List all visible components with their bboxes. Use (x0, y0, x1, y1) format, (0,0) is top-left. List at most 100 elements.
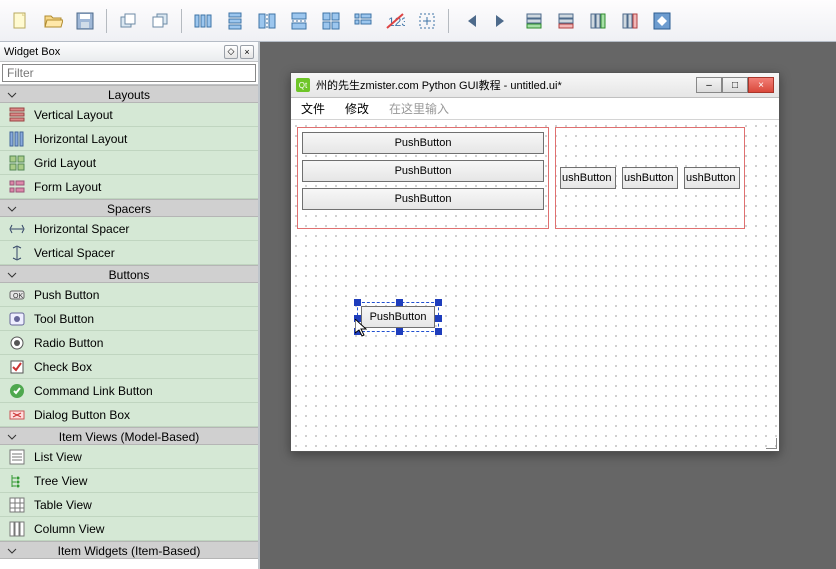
resize-handle-nw[interactable] (354, 299, 361, 306)
tool-button-icon (8, 310, 26, 328)
widget-item-label: Column View (34, 522, 104, 536)
category-label: Item Widgets (Item-Based) (58, 544, 201, 558)
widget-item-label: Push Button (34, 288, 99, 302)
window-close-button[interactable]: × (748, 77, 774, 93)
layout-vert-splitter-icon[interactable] (284, 6, 314, 36)
resize-handle-se[interactable] (435, 328, 442, 335)
widget-item[interactable]: Radio Button (0, 331, 258, 355)
resize-handle-e[interactable] (435, 315, 442, 322)
category-label: Spacers (107, 202, 151, 216)
category-header[interactable]: Item Widgets (Item-Based) (0, 541, 258, 559)
form-menubar[interactable]: 文件 修改 在这里输入 (291, 98, 779, 120)
adjust-size-icon[interactable] (412, 6, 442, 36)
resize-handle-s[interactable] (396, 328, 403, 335)
size-grip-icon[interactable] (763, 435, 777, 449)
widget-item[interactable]: Dialog Button Box (0, 403, 258, 427)
widget-item-label: Radio Button (34, 336, 103, 350)
widget-item[interactable]: Tool Button (0, 307, 258, 331)
pushbutton-h2[interactable]: ushButton (622, 167, 678, 189)
resize-handle-ne[interactable] (435, 299, 442, 306)
raise-icon[interactable] (113, 6, 143, 36)
main-toolbar: 123 (0, 0, 836, 42)
jump-first-icon[interactable] (455, 6, 485, 36)
widget-item[interactable]: Horizontal Layout (0, 127, 258, 151)
widget-item-label: Command Link Button (34, 384, 153, 398)
category-header[interactable]: Buttons (0, 265, 258, 283)
layout-horizontal-icon[interactable] (188, 6, 218, 36)
resize-handle-w[interactable] (354, 315, 361, 322)
layout-vertical-icon[interactable] (220, 6, 250, 36)
widget-item[interactable]: Form Layout (0, 175, 258, 199)
file-new-icon[interactable] (6, 6, 36, 36)
selection-outline (357, 302, 439, 332)
horizontal-layout[interactable]: ushButton ushButton ushButton (555, 127, 745, 229)
design-canvas[interactable]: Qt 州的先生zmister.com Python GUI教程 - untitl… (260, 42, 836, 569)
category-header[interactable]: Layouts (0, 85, 258, 103)
widget-item[interactable]: Tree View (0, 469, 258, 493)
fit-icon[interactable] (647, 6, 677, 36)
add-col-icon[interactable] (583, 6, 613, 36)
lower-icon[interactable] (145, 6, 175, 36)
widget-item[interactable]: Vertical Spacer (0, 241, 258, 265)
remove-col-icon[interactable] (615, 6, 645, 36)
widget-item[interactable]: Command Link Button (0, 379, 258, 403)
vertical-spacer-icon (8, 244, 26, 262)
command-link-icon (8, 382, 26, 400)
category-header[interactable]: Item Views (Model-Based) (0, 427, 258, 445)
pushbutton-v2[interactable]: PushButton (302, 160, 544, 182)
chevron-down-icon (6, 544, 16, 554)
layout-grid-icon[interactable] (316, 6, 346, 36)
chevron-down-icon (6, 268, 16, 278)
widget-item-label: Tool Button (34, 312, 94, 326)
widget-item[interactable]: Horizontal Spacer (0, 217, 258, 241)
window-min-button[interactable]: – (696, 77, 722, 93)
app-icon: Qt (296, 78, 310, 92)
chevron-down-icon (6, 430, 16, 440)
pushbutton-h3[interactable]: ushButton (684, 167, 740, 189)
table-view-icon (8, 496, 26, 514)
jump-last-icon[interactable] (487, 6, 517, 36)
window-max-button[interactable]: □ (722, 77, 748, 93)
form-window[interactable]: Qt 州的先生zmister.com Python GUI教程 - untitl… (290, 72, 780, 452)
file-open-icon[interactable] (38, 6, 68, 36)
form-title-text: 州的先生zmister.com Python GUI教程 - untitled.… (316, 77, 690, 93)
widget-item-label: List View (34, 450, 82, 464)
widget-box-title: Widget Box (4, 46, 60, 58)
pushbutton-v1[interactable]: PushButton (302, 132, 544, 154)
widget-item-label: Horizontal Layout (34, 132, 127, 146)
category-label: Layouts (108, 88, 150, 102)
widget-item[interactable]: Column View (0, 517, 258, 541)
widget-item-label: Vertical Layout (34, 108, 113, 122)
menu-edit[interactable]: 修改 (335, 98, 379, 119)
widget-list[interactable]: Layouts Vertical Layout Horizontal Layout G… (0, 84, 258, 569)
svg-text:OK: OK (13, 293, 23, 300)
grid-layout-icon (8, 154, 26, 172)
resize-handle-sw[interactable] (354, 328, 361, 335)
widget-item[interactable]: OK Push Button (0, 283, 258, 307)
add-row-icon[interactable] (519, 6, 549, 36)
dock-close-button[interactable]: × (240, 45, 254, 59)
resize-handle-n[interactable] (396, 299, 403, 306)
widget-item[interactable]: Table View (0, 493, 258, 517)
layout-form-icon[interactable] (348, 6, 378, 36)
remove-row-icon[interactable] (551, 6, 581, 36)
break-layout-icon[interactable]: 123 (380, 6, 410, 36)
widget-item[interactable]: List View (0, 445, 258, 469)
menu-file[interactable]: 文件 (291, 98, 335, 119)
vertical-layout[interactable]: PushButton PushButton PushButton (297, 127, 549, 229)
form-titlebar[interactable]: Qt 州的先生zmister.com Python GUI教程 - untitl… (291, 73, 779, 98)
file-save-icon[interactable] (70, 6, 100, 36)
pushbutton-h1[interactable]: ushButton (560, 167, 616, 189)
layout-horiz-splitter-icon[interactable] (252, 6, 282, 36)
widget-item[interactable]: Vertical Layout (0, 103, 258, 127)
widget-item-label: Horizontal Spacer (34, 222, 129, 236)
widget-item[interactable]: Grid Layout (0, 151, 258, 175)
menu-add-hint[interactable]: 在这里输入 (379, 98, 459, 119)
form-body[interactable]: PushButton PushButton PushButton ushButt… (291, 121, 779, 451)
widget-item[interactable]: Check Box (0, 355, 258, 379)
widget-filter-input[interactable]: Filter (2, 64, 256, 82)
dock-pin-button[interactable]: ◇ (224, 45, 238, 59)
pushbutton-v3[interactable]: PushButton (302, 188, 544, 210)
category-header[interactable]: Spacers (0, 199, 258, 217)
check-box-icon (8, 358, 26, 376)
